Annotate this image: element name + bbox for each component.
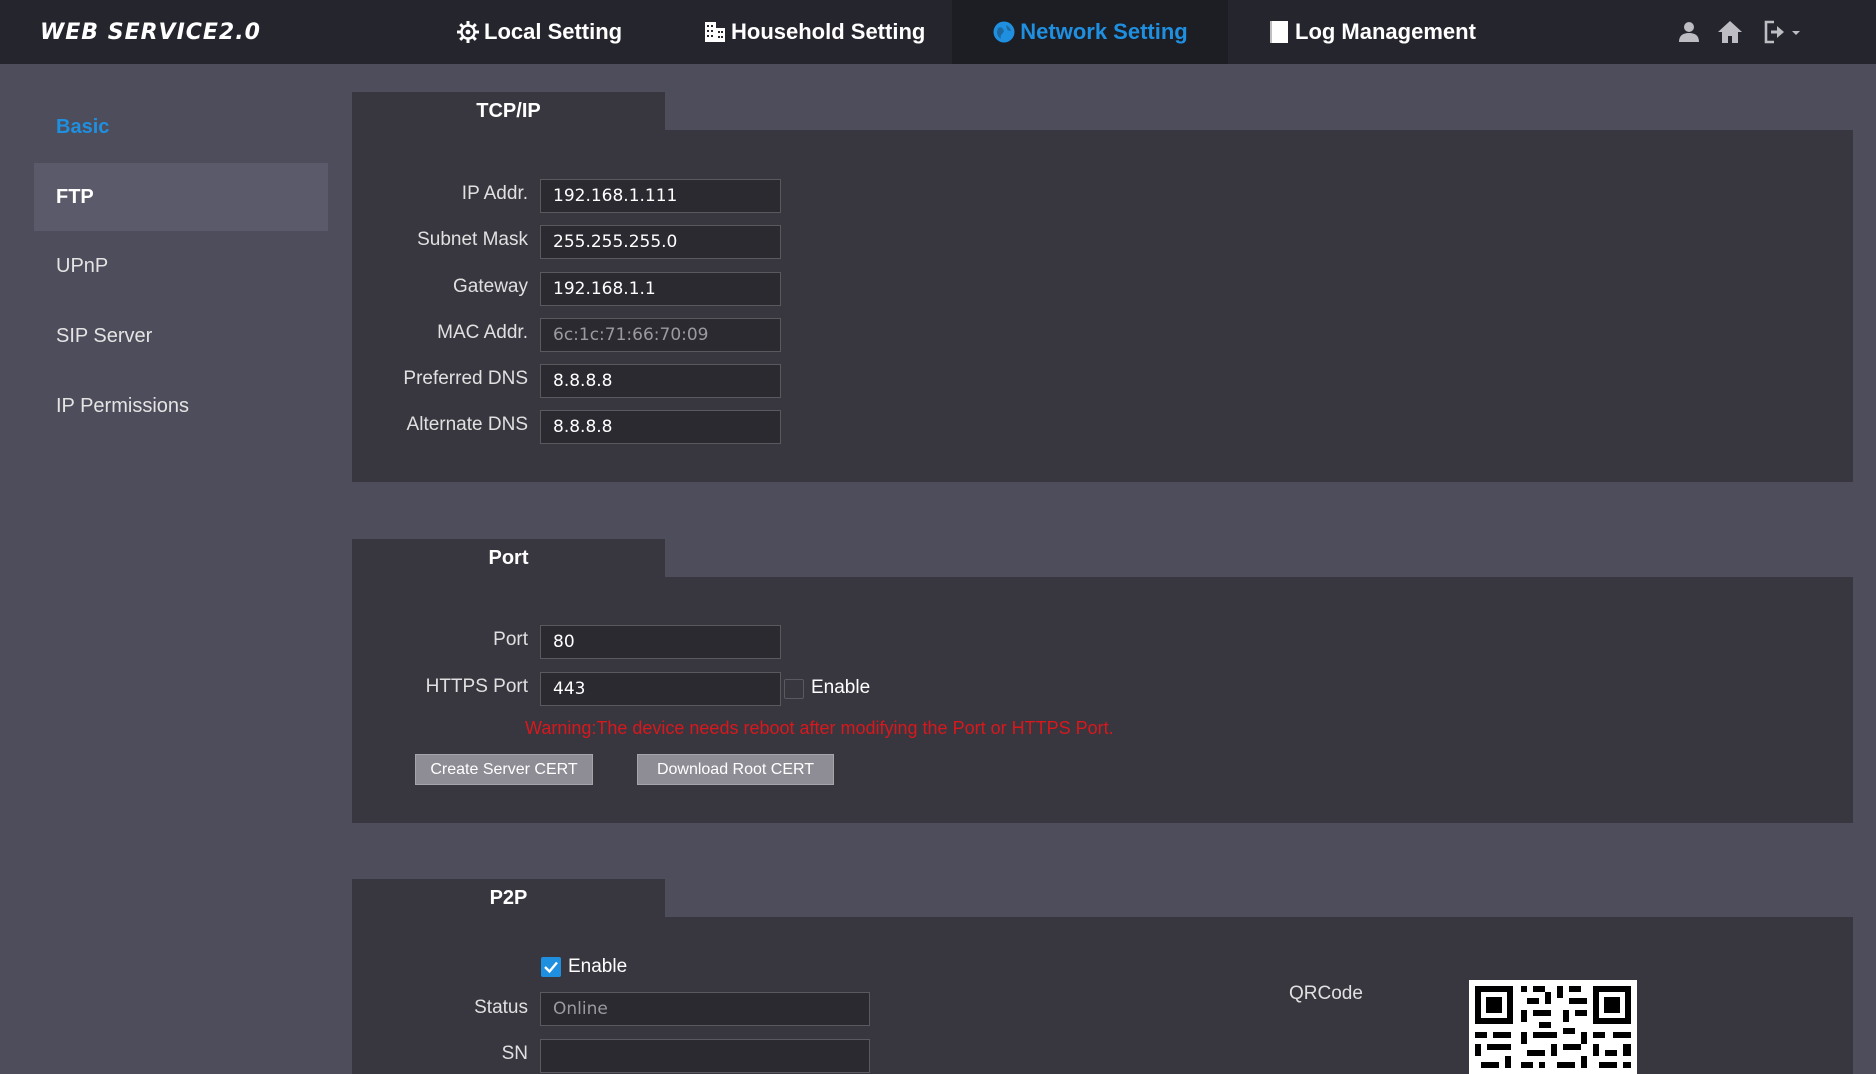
ip-addr-input[interactable]: 192.168.1.111 — [540, 179, 781, 213]
mac-addr-field: 6c:1c:71:66:70:09 — [540, 318, 781, 352]
brand-logo: WEB SERVICE2.0 — [40, 20, 261, 45]
p2p-enable-label: Enable — [568, 956, 628, 977]
sidebar-item-basic[interactable]: Basic — [34, 93, 328, 161]
nav-household-label: Household Setting — [731, 19, 926, 44]
document-icon — [1267, 20, 1291, 44]
p2p-section-title: P2P — [352, 879, 665, 917]
gateway-label: Gateway — [453, 276, 528, 297]
https-enable-label: Enable — [811, 677, 871, 698]
port-label: Port — [493, 629, 528, 650]
globe-icon — [992, 20, 1016, 44]
p2p-status-label: Status — [474, 997, 528, 1018]
https-enable-checkbox[interactable] — [784, 679, 804, 699]
port-section-title: Port — [352, 539, 665, 577]
nav-local-setting[interactable]: Local Setting — [434, 0, 644, 64]
nav-network-label: Network Setting — [1020, 19, 1188, 44]
logout-icon[interactable] — [1763, 20, 1803, 49]
p2p-sn-label: SN — [501, 1043, 528, 1064]
download-root-cert-button[interactable]: Download Root CERT — [637, 754, 834, 785]
p2p-enable-checkbox[interactable] — [541, 957, 561, 977]
sidebar-item-ftp[interactable]: FTP — [34, 163, 328, 231]
create-server-cert-button[interactable]: Create Server CERT — [415, 754, 593, 785]
ip-addr-label: IP Addr. — [461, 183, 528, 204]
gateway-input[interactable]: 192.168.1.1 — [540, 272, 781, 306]
qrcode-label: QRCode — [1289, 983, 1363, 1004]
nav-household-setting[interactable]: Household Setting — [681, 0, 947, 64]
port-input[interactable]: 80 — [540, 625, 781, 659]
preferred-dns-label: Preferred DNS — [403, 368, 528, 389]
p2p-status-field: Online — [540, 992, 870, 1026]
chevron-down-icon — [1792, 31, 1800, 35]
https-port-label: HTTPS Port — [425, 676, 528, 697]
preferred-dns-input[interactable]: 8.8.8.8 — [540, 364, 781, 398]
home-icon[interactable] — [1717, 20, 1743, 49]
gear-icon — [456, 20, 480, 44]
top-bar: WEB SERVICE2.0 Local Setting Household S… — [0, 0, 1876, 64]
alternate-dns-input[interactable]: 8.8.8.8 — [540, 410, 781, 444]
sidebar-item-upnp[interactable]: UPnP — [34, 232, 328, 300]
checkmark-icon — [544, 961, 558, 974]
building-icon — [703, 20, 727, 44]
nav-network-setting[interactable]: Network Setting — [952, 0, 1228, 64]
subnet-mask-label: Subnet Mask — [417, 229, 528, 250]
nav-log-management[interactable]: Log Management — [1245, 0, 1498, 64]
sidebar-item-ip-permissions[interactable]: IP Permissions — [34, 372, 328, 440]
p2p-sn-field — [540, 1039, 870, 1073]
nav-local-label: Local Setting — [484, 19, 623, 44]
subnet-mask-input[interactable]: 255.255.255.0 — [540, 225, 781, 259]
mac-addr-label: MAC Addr. — [437, 322, 528, 343]
reboot-warning: Warning:The device needs reboot after mo… — [525, 718, 1114, 738]
nav-log-label: Log Management — [1295, 19, 1476, 44]
tcpip-section-title: TCP/IP — [352, 92, 665, 130]
user-icon[interactable] — [1677, 20, 1701, 49]
qrcode-image — [1469, 980, 1637, 1074]
https-port-input[interactable]: 443 — [540, 672, 781, 706]
alternate-dns-label: Alternate DNS — [406, 414, 528, 435]
sidebar-item-sip-server[interactable]: SIP Server — [34, 302, 328, 370]
